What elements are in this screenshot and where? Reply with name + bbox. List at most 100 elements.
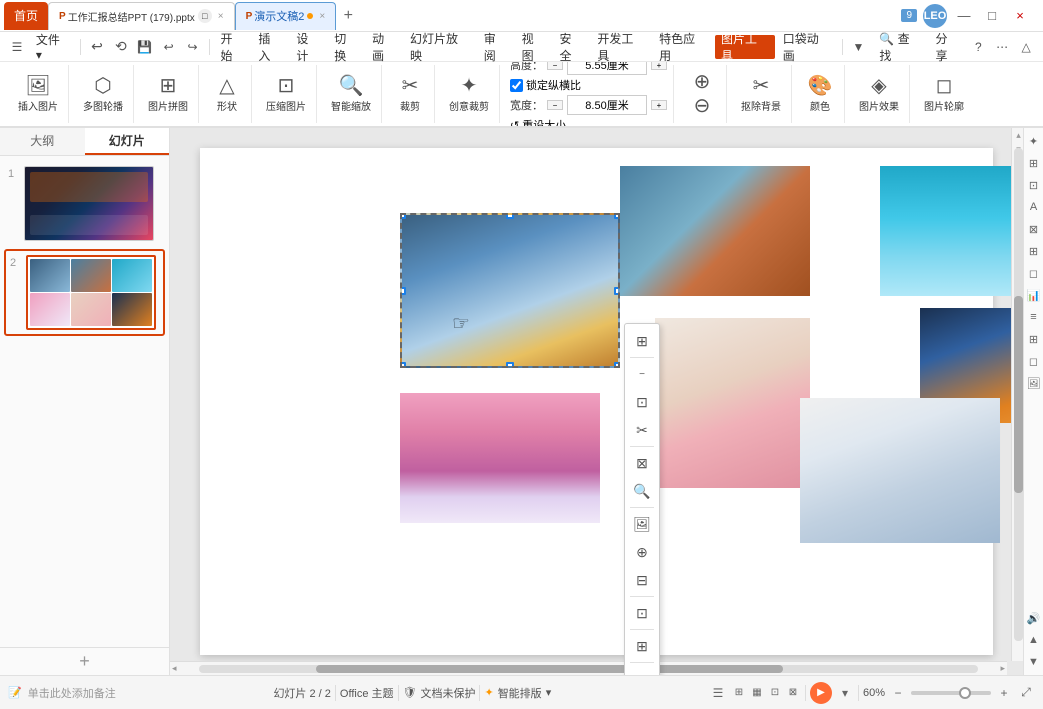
tab-doc2-close[interactable]: × (319, 11, 325, 22)
play-dropdown[interactable]: ▾ (836, 684, 854, 702)
menu-dev[interactable]: 开发工具 (591, 35, 651, 59)
height-input[interactable] (567, 62, 647, 75)
view-book-icon[interactable]: ⊡ (767, 685, 783, 701)
menu-animation[interactable]: 动画 (366, 35, 402, 59)
horizontal-scrollbar[interactable]: ◂ ▸ (170, 661, 1007, 675)
float-btn-zoom-out[interactable]: − (628, 360, 656, 388)
img-city-selected[interactable]: ☞ (400, 213, 620, 368)
float-btn-zoom-in[interactable]: 🔍 (628, 477, 656, 505)
menu-share[interactable]: 分享 (929, 35, 965, 59)
insert-img-button[interactable]: 🖼 插入图片 (14, 74, 62, 115)
menu-review[interactable]: 审阅 (478, 35, 514, 59)
shape-button[interactable]: △ 形状 (209, 74, 245, 115)
right-btn-3[interactable]: ⊡ (1025, 176, 1043, 194)
float-btn-copy[interactable]: ⊕ (628, 538, 656, 566)
lock-ratio-checkbox[interactable] (510, 79, 523, 92)
width-plus[interactable]: + (651, 100, 667, 110)
tab-home[interactable]: 首页 (4, 2, 48, 30)
hamburger-icon[interactable]: ☰ (6, 36, 28, 58)
creative-crop-button[interactable]: ✦ 创意裁剪 (445, 74, 493, 115)
tab-doc2[interactable]: P 演示文稿2 × (235, 2, 337, 30)
close-button[interactable]: × (1009, 5, 1031, 27)
multi-wheel-button[interactable]: ⬡ 多图轮播 (79, 74, 127, 115)
view-grid-icon[interactable]: ⊞ (731, 685, 747, 701)
float-btn-scissors[interactable]: ✂ (628, 416, 656, 444)
img-effect-button[interactable]: ◈ 图片效果 (855, 74, 903, 115)
right-btn-2[interactable]: ⊞ (1025, 154, 1043, 172)
menu-view[interactable]: 视图 (516, 35, 552, 59)
handle-ml[interactable] (400, 287, 406, 295)
plus-button[interactable]: ⊕ (684, 70, 720, 94)
float-btn-layer[interactable]: ⊞ (628, 327, 656, 355)
img-balloons[interactable] (880, 166, 1025, 296)
panel-tab-slides[interactable]: 幻灯片 (85, 128, 170, 155)
handle-bm[interactable] (506, 362, 514, 368)
slide-canvas[interactable]: ☞ ⊞ − ⊡ ✂ ⊠ 🔍 🖼 ⊕ ⊟ ⊡ ⊞ ◈ (200, 148, 993, 655)
minimize-button[interactable]: — (953, 5, 975, 27)
float-btn-edit[interactable]: ⊞ (628, 632, 656, 660)
right-btn-1[interactable]: ✦ (1025, 132, 1043, 150)
handle-tr[interactable] (614, 213, 620, 219)
zoom-slider[interactable] (911, 691, 991, 695)
handle-bl[interactable] (400, 362, 406, 368)
right-btn-img[interactable]: 🖼 (1025, 374, 1043, 392)
remove-bg-button[interactable]: ✂ 抠除背景 (737, 74, 785, 115)
panel-tab-outline[interactable]: 大纲 (0, 128, 85, 155)
save-icon[interactable]: 💾 (134, 36, 156, 58)
menu-collapse[interactable]: △ (1015, 36, 1037, 58)
right-btn-11[interactable]: ◻ (1025, 352, 1043, 370)
tab-doc1[interactable]: P 工作汇报总结PPT (179).pptx □ × (48, 2, 235, 30)
handle-mr[interactable] (614, 287, 620, 295)
menu-special[interactable]: 特色应用 (653, 35, 713, 59)
img-ferris[interactable] (800, 398, 1000, 543)
fullscreen-icon[interactable]: ⤢ (1017, 684, 1035, 702)
width-input[interactable] (567, 95, 647, 115)
scroll-right-arrow[interactable]: ▸ (998, 663, 1007, 674)
view-export-icon[interactable]: ⊠ (785, 685, 801, 701)
float-btn-resize[interactable]: ⊠ (628, 449, 656, 477)
menu-pocket-anim[interactable]: 口袋动画 (777, 35, 837, 59)
menu-help[interactable]: ? (967, 36, 989, 58)
right-btn-sound[interactable]: 🔊 (1025, 609, 1043, 627)
handle-br[interactable] (614, 362, 620, 368)
menu-file[interactable]: 文件 ▾ (30, 35, 75, 59)
menu-security[interactable]: 安全 (553, 35, 589, 59)
right-btn-10[interactable]: ⊞ (1025, 330, 1043, 348)
float-btn-fill[interactable]: ◈ (628, 665, 656, 675)
handle-tm[interactable] (506, 213, 514, 219)
undo-icon2[interactable]: ↩ (86, 36, 108, 58)
menu-insert[interactable]: 插入 (252, 35, 288, 59)
right-btn-5[interactable]: ⊠ (1025, 220, 1043, 238)
right-btn-6[interactable]: ⊞ (1025, 242, 1043, 260)
smart-zoom-button[interactable]: 🔍 智能缩放 (327, 74, 375, 115)
play-button[interactable]: ▶ (810, 682, 832, 704)
float-btn-paste[interactable]: ⊟ (628, 566, 656, 594)
tab-doc1-window[interactable]: □ (198, 9, 212, 23)
menu-switch[interactable]: 切换 (328, 35, 364, 59)
menu-img-tools[interactable]: 图片工具 (715, 35, 775, 59)
img-city-top[interactable] (620, 166, 810, 296)
slide-item-2[interactable]: 2 (4, 249, 165, 336)
img-flowers[interactable] (655, 318, 810, 488)
crop-button[interactable]: ✂ 裁剪 (392, 74, 428, 115)
right-btn-8[interactable]: 📊 (1025, 286, 1043, 304)
status-icon-list[interactable]: ☰ (709, 684, 727, 702)
float-btn-crop[interactable]: ⊡ (628, 388, 656, 416)
arrow-icon[interactable]: ↪ (182, 36, 204, 58)
tab-doc1-close[interactable]: × (218, 11, 224, 22)
menu-expand-icon[interactable]: ▼ (848, 36, 870, 58)
img-outline-button[interactable]: ◻ 图片轮廓 (920, 74, 968, 115)
minus-button[interactable]: ⊖ (684, 94, 720, 118)
right-btn-9[interactable]: ≡ (1025, 308, 1043, 326)
slide-item-1[interactable]: 1 (4, 162, 165, 245)
add-slide-button[interactable]: + (0, 647, 169, 675)
menu-search[interactable]: 🔍 查找 (873, 35, 927, 59)
view-list-icon[interactable]: ▦ (749, 685, 765, 701)
tab-new-button[interactable]: + (336, 4, 360, 28)
menu-design[interactable]: 设计 (290, 35, 326, 59)
right-btn-4[interactable]: A (1025, 198, 1043, 216)
zoom-thumb[interactable] (959, 687, 971, 699)
img-desert[interactable] (400, 393, 600, 523)
menu-slideshow[interactable]: 幻灯片放映 (404, 35, 476, 59)
scroll-left-arrow[interactable]: ◂ (170, 663, 179, 674)
